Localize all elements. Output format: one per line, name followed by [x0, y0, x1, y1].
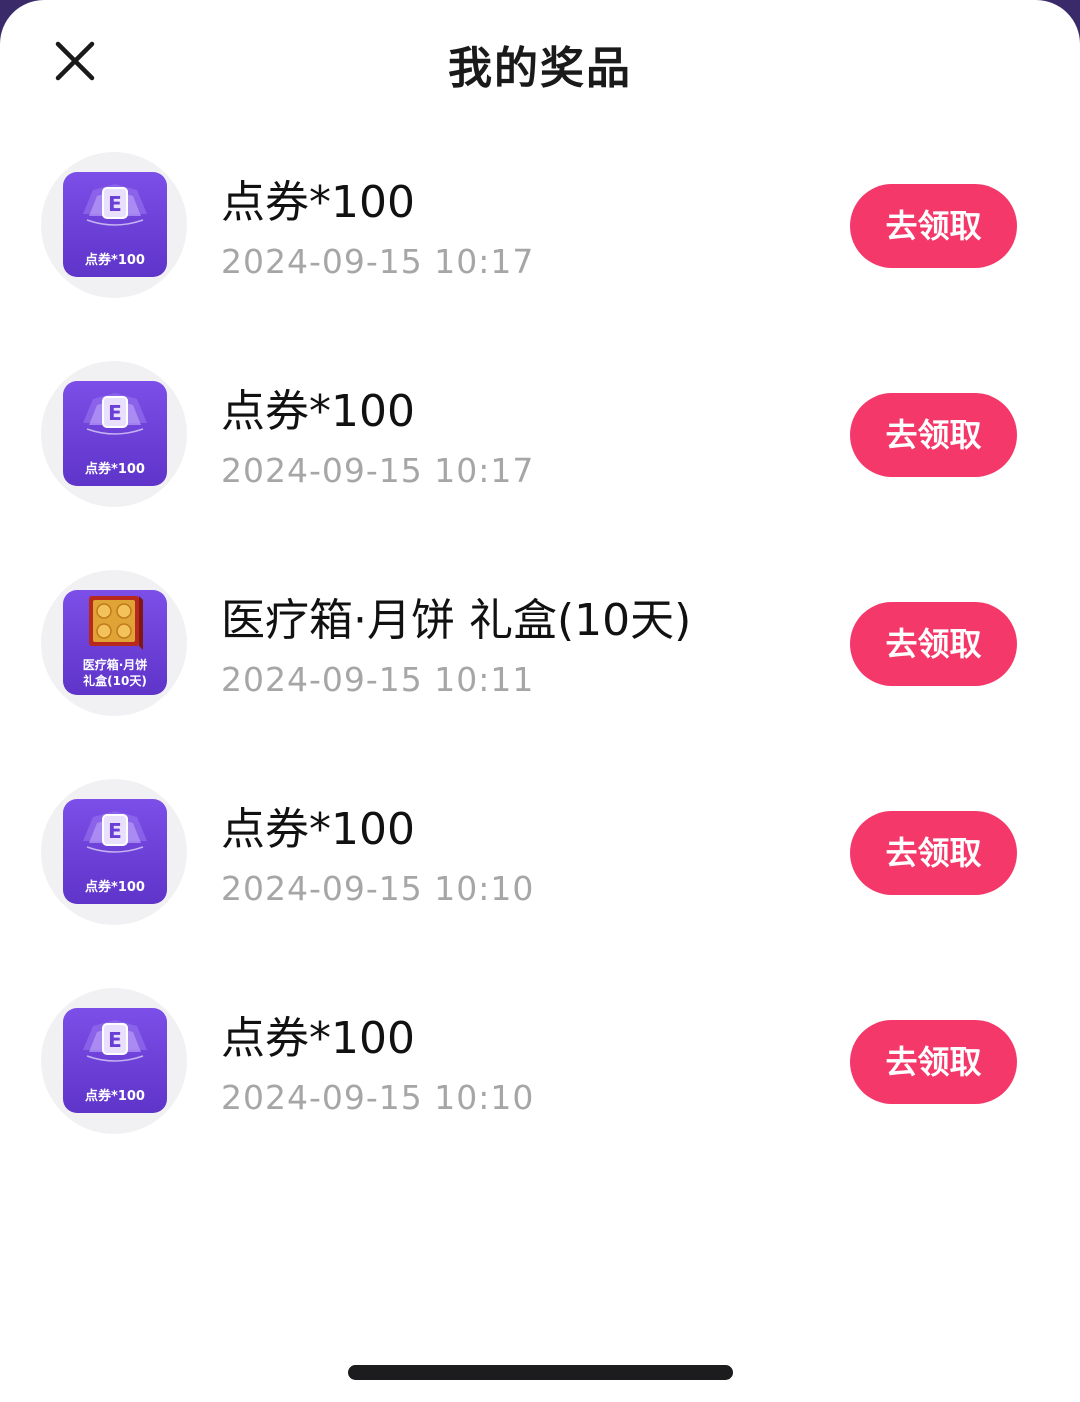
thumb-label-line2: 礼盒(10天)	[83, 674, 147, 688]
prize-row: 医疗箱·月饼 礼盒(10天) 医疗箱·月饼 礼盒(10天) 2024-09-15…	[0, 568, 1080, 720]
prize-name: 点券*100	[221, 386, 415, 437]
page-title: 我的奖品	[448, 43, 632, 94]
thumb-label: 医疗箱·月饼 礼盒(10天)	[63, 657, 167, 689]
prize-time: 2024-09-15 10:11	[221, 660, 535, 699]
home-indicator[interactable]	[348, 1365, 733, 1380]
claim-button[interactable]: 去领取	[850, 393, 1017, 477]
mooncake-box-icon	[89, 596, 143, 650]
svg-text:E: E	[108, 192, 122, 216]
prize-time: 2024-09-15 10:10	[221, 869, 535, 908]
prize-name: 点券*100	[221, 177, 415, 228]
voucher-thumbnail: E 点券*100	[63, 172, 167, 277]
thumb-label: 点券*100	[85, 462, 145, 477]
claim-button[interactable]: 去领取	[850, 184, 1017, 268]
voucher-icon: E	[83, 393, 147, 435]
prize-row: E 点券*100 点券*100 2024-09-15 10:10 去领取	[0, 986, 1080, 1138]
prize-time: 2024-09-15 10:17	[221, 451, 535, 490]
voucher-thumbnail: E 点券*100	[63, 381, 167, 486]
voucher-thumbnail: E 点券*100	[63, 799, 167, 904]
thumb-label: 点券*100	[85, 253, 145, 268]
prize-thumb-circle: E 点券*100	[41, 779, 187, 925]
prize-thumb-circle: E 点券*100	[41, 361, 187, 507]
voucher-icon: E	[83, 184, 147, 226]
mooncake-box-thumbnail: 医疗箱·月饼 礼盒(10天)	[63, 590, 167, 695]
prize-name: 点券*100	[221, 1013, 415, 1064]
header: 我的奖品	[0, 0, 1080, 124]
svg-text:E: E	[108, 401, 122, 425]
svg-text:E: E	[108, 1028, 122, 1052]
thumb-label: 点券*100	[85, 1089, 145, 1104]
prize-time: 2024-09-15 10:10	[221, 1078, 535, 1117]
voucher-icon: E	[83, 1020, 147, 1062]
voucher-icon: E	[83, 811, 147, 853]
prize-time: 2024-09-15 10:17	[221, 242, 535, 281]
claim-button[interactable]: 去领取	[850, 811, 1017, 895]
thumb-label: 点券*100	[85, 880, 145, 895]
claim-button[interactable]: 去领取	[850, 602, 1017, 686]
prize-thumb-circle: 医疗箱·月饼 礼盒(10天)	[41, 570, 187, 716]
prize-sheet: 我的奖品 E 点券*100 点券*100 2024-09-15 10:17 去领…	[0, 0, 1080, 1402]
prize-name: 点券*100	[221, 804, 415, 855]
svg-text:E: E	[108, 819, 122, 843]
prize-row: E 点券*100 点券*100 2024-09-15 10:17 去领取	[0, 359, 1080, 511]
claim-button[interactable]: 去领取	[850, 1020, 1017, 1104]
voucher-thumbnail: E 点券*100	[63, 1008, 167, 1113]
prize-thumb-circle: E 点券*100	[41, 988, 187, 1134]
prize-row: E 点券*100 点券*100 2024-09-15 10:10 去领取	[0, 777, 1080, 929]
prize-name: 医疗箱·月饼 礼盒(10天)	[221, 595, 692, 646]
thumb-label-line1: 医疗箱·月饼	[82, 658, 148, 672]
prize-row: E 点券*100 点券*100 2024-09-15 10:17 去领取	[0, 150, 1080, 302]
prize-thumb-circle: E 点券*100	[41, 152, 187, 298]
